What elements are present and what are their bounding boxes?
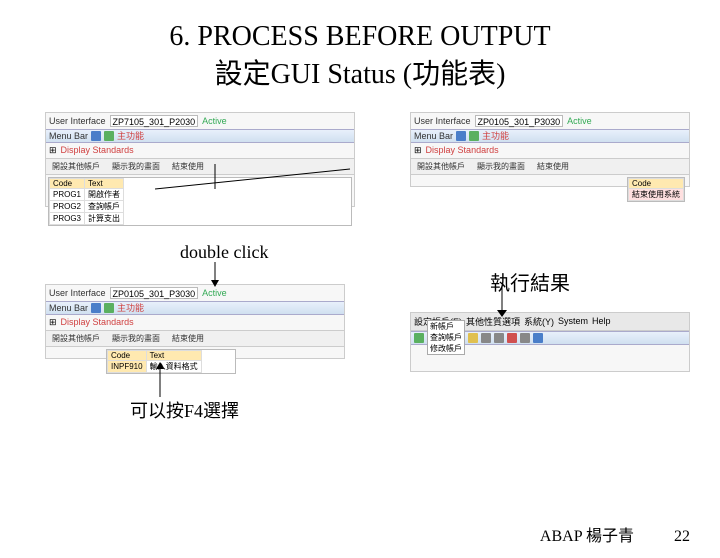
tree-toggle-icon[interactable]: ⊞ [49, 317, 57, 328]
p3-ui-value: ZP0105_301_P3030 [110, 287, 199, 299]
p3-code-table: CodeText INPF910輸入資料格式 [106, 349, 236, 374]
folder-icon[interactable] [468, 333, 478, 343]
panel-2: User Interface ZP0105_301_P3030 Active M… [410, 112, 690, 187]
p2-status: Active [567, 116, 592, 126]
p1-ui-value: ZP7105_301_P2030 [110, 115, 199, 127]
p1-menu-label: Menu Bar [49, 131, 88, 141]
p1-code-table: CodeText PROG1開啟作者 PROG2查詢帳戶 PROG3計算支出 [48, 177, 352, 226]
annot-result: 執行結果 [490, 267, 570, 296]
p4-menu-2[interactable]: 其他性質選項 [466, 315, 520, 328]
p1-status: Active [202, 116, 227, 126]
p2-menu-label: Menu Bar [414, 131, 453, 141]
p1-tab-3[interactable]: 結束使用 [172, 161, 204, 172]
doc-icon[interactable] [104, 131, 114, 141]
p2-tab-2[interactable]: 顯示我的畫面 [477, 161, 525, 172]
footer-page: 22 [674, 528, 690, 546]
p2-display-std: Display Standards [426, 145, 499, 155]
p2-tab-3[interactable]: 結束使用 [537, 161, 569, 172]
p3-menu-label: Menu Bar [49, 303, 88, 313]
footer: ABAP 楊子青 22 [540, 522, 690, 546]
p3-display-std: Display Standards [61, 317, 134, 327]
footer-course: ABAP 楊子青 [540, 522, 634, 546]
p4-menu-4[interactable]: System [558, 316, 588, 326]
title-line-1: 6. PROCESS BEFORE OUTPUT [0, 18, 720, 56]
p1-ui-label: User Interface [49, 116, 106, 126]
p2-zhuhao: 主功能 [482, 129, 509, 142]
p1-display-std: Display Standards [61, 145, 134, 155]
doc-icon[interactable] [104, 303, 114, 313]
expand-icon[interactable] [91, 131, 101, 141]
p4-menu-3[interactable]: 系統(Y) [524, 315, 554, 328]
tree-toggle-icon[interactable]: ⊞ [414, 145, 422, 156]
doc-icon[interactable] [469, 131, 479, 141]
tool-icon[interactable] [520, 333, 530, 343]
p1-tab-1[interactable]: 開設其他帳戶 [52, 161, 100, 172]
dropdown-menu[interactable]: 新帳戶 查詢帳戶 修改帳戶 [427, 320, 465, 355]
panel-3: User Interface ZP0105_301_P3030 Active M… [45, 284, 345, 359]
panel-4: 設定帳戶(E) 其他性質選項 系統(Y) System Help 新帳戶 查詢帳… [410, 312, 690, 372]
p2-ui-value: ZP0105_301_P3030 [475, 115, 564, 127]
p4-menu-5[interactable]: Help [592, 316, 611, 326]
panel-1: User Interface ZP7105_301_P2030 Active M… [45, 112, 355, 207]
p2-code-table: Code 結束使用系統 [627, 177, 685, 202]
p3-tab-1[interactable]: 開設其他帳戶 [52, 333, 100, 344]
p3-ui-label: User Interface [49, 288, 106, 298]
p2-ui-label: User Interface [414, 116, 471, 126]
annot-f4: 可以按F4選擇 [130, 397, 239, 423]
slide-title: 6. PROCESS BEFORE OUTPUT 設定GUI Status (功… [0, 18, 720, 94]
tool-icon[interactable] [494, 333, 504, 343]
title-line-2: 設定GUI Status (功能表) [0, 56, 720, 94]
p1-zhuhao: 主功能 [117, 129, 144, 142]
p3-tab-2[interactable]: 顯示我的畫面 [112, 333, 160, 344]
help-icon[interactable] [533, 333, 543, 343]
expand-icon[interactable] [91, 303, 101, 313]
expand-icon[interactable] [456, 131, 466, 141]
check-icon[interactable] [414, 333, 424, 343]
p3-tab-3[interactable]: 結束使用 [172, 333, 204, 344]
stop-icon[interactable] [507, 333, 517, 343]
p1-tab-2[interactable]: 顯示我的畫面 [112, 161, 160, 172]
tool-icon[interactable] [481, 333, 491, 343]
tree-toggle-icon[interactable]: ⊞ [49, 145, 57, 156]
p3-status: Active [202, 288, 227, 298]
p2-tab-1[interactable]: 開設其他帳戶 [417, 161, 465, 172]
annot-double-click: double click [180, 242, 268, 263]
p3-zhuhao: 主功能 [117, 301, 144, 314]
